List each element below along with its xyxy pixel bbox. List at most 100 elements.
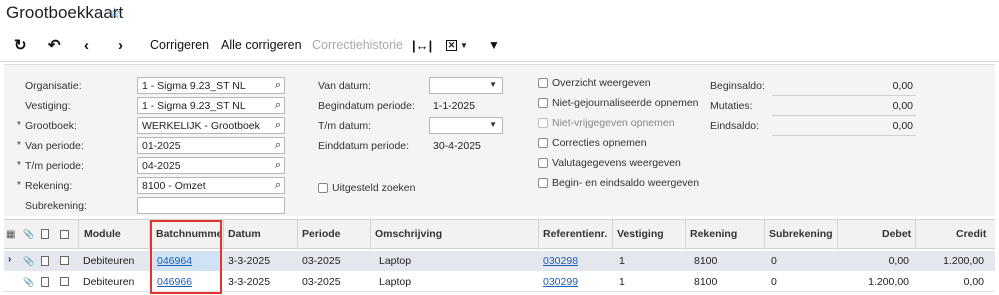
tm-periode-label: T/m periode: (25, 160, 84, 172)
einddatum-label: Einddatum periode: (318, 140, 410, 152)
history-label: Correctiehistorie (312, 38, 404, 52)
subrekening-label: Subrekening: (25, 200, 87, 212)
cell-vestiging: 1 (619, 276, 625, 288)
vestiging-field[interactable]: 1 - Sigma 9.23_ST NL ⌕ (137, 97, 285, 114)
cell-periode: 03-2025 (302, 255, 341, 267)
export-button[interactable]: ✕ ▼ (446, 36, 468, 54)
column-header-referentienr[interactable]: Referentienr. (543, 228, 607, 240)
required-marker: * (17, 120, 21, 131)
filter-icon: ▼ (488, 38, 500, 52)
van-datum-field[interactable]: ▼ (429, 77, 503, 94)
rekening-field[interactable]: 8100 - Omzet ⌕ (137, 177, 285, 194)
van-periode-label: Van periode: (25, 140, 84, 152)
grootboek-field[interactable]: WERKELIJK - Grootboek ⌕ (137, 117, 285, 134)
van-datum-label: Van datum: (318, 80, 371, 92)
cell-datum: 3-3-2025 (228, 255, 271, 267)
mutaties-label: Mutaties: (710, 100, 753, 112)
begin-eind-checkbox[interactable] (538, 178, 548, 188)
tm-periode-field[interactable]: 04-2025 ⌕ (137, 157, 285, 174)
search-icon[interactable]: ⌕ (275, 99, 281, 112)
search-icon[interactable]: ⌕ (275, 119, 281, 132)
cell-ref-link[interactable]: 030299 (543, 276, 578, 288)
column-header-vestiging[interactable]: Vestiging (617, 228, 664, 240)
column-header-credit[interactable]: Credit (956, 228, 986, 240)
note-icon[interactable] (41, 256, 49, 266)
vestiging-label: Vestiging: (25, 100, 71, 112)
chevron-down-icon: ▼ (460, 40, 468, 50)
column-separator (78, 220, 79, 250)
uitgesteld-label: Uitgesteld zoeken (332, 182, 416, 194)
uitgesteld-checkbox[interactable] (318, 183, 328, 193)
attachment-icon[interactable]: 📎 (23, 277, 34, 288)
search-icon[interactable]: ⌕ (275, 139, 281, 152)
column-header-debet[interactable]: Debet (882, 228, 911, 240)
undo-icon: ↶ (48, 37, 61, 54)
vestiging-value: 1 - Sigma 9.23_ST NL (142, 100, 246, 112)
van-periode-field[interactable]: 01-2025 ⌕ (137, 137, 285, 154)
valuta-checkbox[interactable] (538, 158, 548, 168)
correct-button[interactable]: Corrigeren (150, 36, 209, 54)
required-marker: * (17, 140, 21, 151)
cell-debet: 0,00 (888, 255, 909, 267)
search-icon[interactable]: ⌕ (275, 79, 281, 92)
column-header-datum[interactable]: Datum (228, 228, 261, 240)
fit-columns-button[interactable]: |↔| (412, 36, 432, 54)
column-separator (223, 220, 224, 250)
cell-omschrijving: Laptop (379, 276, 412, 288)
grootboek-label: Grootboek: (25, 120, 77, 132)
column-header-module[interactable]: Module (84, 228, 121, 240)
note-icon[interactable] (41, 277, 49, 287)
cell-periode: 03-2025 (302, 276, 341, 288)
beginsaldo-value: 0,00 (892, 80, 913, 92)
organisatie-field[interactable]: 1 - Sigma 9.23_ST NL ⌕ (137, 77, 285, 94)
cell-module: Debiteuren (83, 255, 135, 267)
valuta-label: Valutagegevens weergeven (552, 157, 681, 169)
organisatie-label: Organisatie: (25, 80, 82, 92)
column-separator (370, 220, 371, 250)
chevron-down-icon[interactable]: ▼ (489, 120, 497, 129)
begin-eind-label: Begin- en eindsaldo weergeven (552, 177, 700, 189)
column-header-rekening[interactable]: Rekening (690, 228, 737, 240)
attachment-icon[interactable]: 📎 (23, 256, 34, 267)
highlight-box (150, 220, 222, 294)
search-icon[interactable]: ⌕ (275, 179, 281, 192)
tm-datum-field[interactable]: ▼ (429, 117, 503, 134)
grootboek-value: WERKELIJK - Grootboek (142, 120, 260, 132)
column-separator (612, 220, 613, 250)
overzicht-checkbox[interactable] (538, 78, 548, 88)
history-button[interactable]: Correctiehistorie (312, 36, 403, 54)
correct-all-button[interactable]: Alle corrigeren (221, 36, 302, 54)
filter-button[interactable]: ▼ (488, 36, 500, 54)
cell-subrekening: 0 (771, 276, 777, 288)
overzicht-label: Overzicht weergeven (552, 77, 651, 89)
cell-datum: 3-3-2025 (228, 276, 271, 288)
subrekening-field[interactable] (137, 197, 285, 214)
cell-ref-link[interactable]: 030298 (543, 255, 578, 267)
previous-button[interactable]: ‹ (84, 36, 89, 54)
column-header-omschrijving[interactable]: Omschrijving (375, 228, 442, 240)
grid-settings-icon[interactable]: ▦ (6, 229, 15, 240)
niet-gejournaliseerde-checkbox[interactable] (538, 98, 548, 108)
row-checkbox[interactable] (60, 277, 69, 286)
undo-button[interactable]: ↶ (48, 36, 61, 54)
column-separator (837, 220, 838, 250)
next-button[interactable]: › (118, 36, 123, 54)
beginsaldo-underline (772, 95, 916, 96)
refresh-button[interactable]: ↻ (14, 36, 27, 54)
page-title: Grootboekkaart (6, 3, 124, 22)
correcties-checkbox[interactable] (538, 138, 548, 148)
search-icon[interactable]: ⌕ (275, 159, 281, 172)
fit-columns-icon: |↔| (412, 37, 433, 53)
star-icon[interactable]: ☆ (108, 4, 121, 22)
niet-vrijgegeven-checkbox[interactable] (538, 118, 548, 128)
column-header-subrekening[interactable]: Subrekening (769, 228, 833, 240)
select-all-checkbox[interactable] (60, 230, 69, 239)
rekening-label: Rekening: (25, 180, 73, 192)
mutaties-underline (772, 115, 916, 116)
column-separator (764, 220, 765, 250)
chevron-down-icon[interactable]: ▼ (489, 80, 497, 89)
row-checkbox[interactable] (60, 256, 69, 265)
tm-periode-value: 04-2025 (142, 160, 181, 172)
column-header-periode[interactable]: Periode (302, 228, 341, 240)
column-separator (297, 220, 298, 250)
